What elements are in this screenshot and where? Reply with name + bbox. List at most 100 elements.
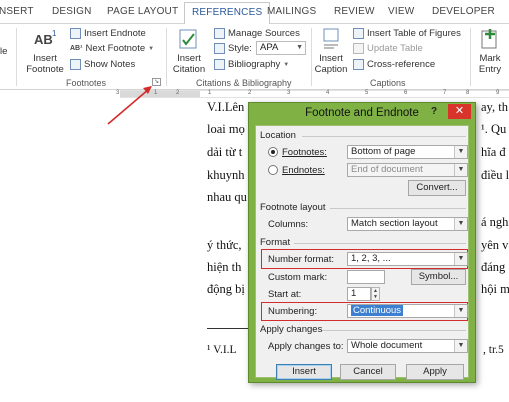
format-section-title: Format — [260, 237, 291, 248]
start-at-input[interactable]: 1 — [347, 287, 371, 301]
endnotes-radio[interactable] — [268, 165, 278, 175]
citations-group-label: Citations & Bibliography — [196, 78, 292, 88]
cross-reference-label: Cross-reference — [367, 59, 436, 70]
close-button[interactable]: ✕ — [448, 104, 471, 119]
help-icon[interactable]: ? — [431, 106, 441, 117]
footnotes-label: Footnotes: — [282, 147, 327, 158]
start-at-spinner-icon[interactable]: ▲ ▼ — [371, 287, 380, 301]
insert-caption-icon — [319, 27, 343, 51]
convert-button[interactable]: Convert... — [408, 180, 466, 196]
chevron-down-icon: ▼ — [148, 45, 155, 52]
ruler-mark: 2 — [248, 90, 252, 96]
ribbon-separator — [311, 28, 312, 86]
insert-footnote-label: Insert Footnote — [26, 53, 64, 75]
insert-endnote-button[interactable]: Insert Endnote — [70, 28, 146, 39]
insert-footnote-button[interactable]: AB 1 Insert Footnote — [22, 27, 68, 75]
chevron-down-icon: ▼ — [454, 253, 467, 265]
apply-button[interactable]: Apply — [406, 364, 464, 380]
mark-entry-label: Mark Entry — [478, 53, 502, 75]
mark-entry-button[interactable]: Mark Entry — [474, 27, 506, 75]
cross-reference-icon — [353, 59, 364, 70]
start-at-label: Start at: — [268, 289, 302, 300]
doc-line-right: ¹. Qu — [481, 122, 507, 136]
tab-developer[interactable]: DEVELOPER — [432, 6, 495, 17]
doc-line-right: á nghi — [481, 215, 509, 229]
tab-view[interactable]: VIEW — [388, 6, 414, 17]
symbol-button[interactable]: Symbol... — [411, 269, 466, 285]
ruler-mark: 8 — [466, 90, 470, 96]
doc-line-left: động bị — [207, 282, 245, 296]
next-footnote-label: Next Footnote — [85, 43, 146, 54]
insert-citation-button[interactable]: Insert Citation — [169, 27, 209, 75]
citation-style-dropdown[interactable]: APA ▼ — [256, 41, 306, 55]
insert-button[interactable]: Insert — [276, 364, 332, 380]
dialog-title: Footnote and Endnote — [305, 107, 419, 119]
doc-line-right: đáng — [481, 260, 506, 274]
section-divider — [322, 330, 466, 331]
footnote-endnote-dialog: Footnote and Endnote ? ✕ Location Footno… — [248, 102, 476, 383]
number-format-select[interactable]: 1, 2, 3, ... ▼ — [347, 252, 468, 266]
footnotes-dialog-launcher-icon[interactable]: ↘ — [152, 78, 161, 86]
endnotes-position-select[interactable]: End of document ▼ — [347, 163, 468, 177]
insert-citation-icon — [177, 27, 201, 51]
tab-insert[interactable]: NSERT — [0, 6, 34, 17]
update-table-icon — [353, 43, 364, 54]
custom-mark-label: Custom mark: — [268, 272, 328, 283]
chevron-down-icon: ▼ — [454, 164, 467, 176]
ruler-mark: 3 — [287, 90, 291, 96]
manage-sources-label: Manage Sources — [228, 28, 300, 39]
ruler-mark: 1 — [154, 90, 158, 96]
chevron-down-icon: ▼ — [283, 61, 290, 68]
cancel-button[interactable]: Cancel — [340, 364, 396, 380]
numbering-value: Continuous — [351, 305, 404, 316]
manage-sources-button[interactable]: Manage Sources — [214, 28, 300, 39]
ruler-mark: 1 — [208, 90, 212, 96]
dialog-body: Location Footnotes: Bottom of page ▼ End… — [255, 125, 469, 380]
update-table-button[interactable]: Update Table — [353, 43, 423, 54]
tab-review[interactable]: REVIEW — [334, 6, 375, 17]
next-footnote-icon: AB¹ — [70, 45, 83, 52]
captions-group-label: Captions — [370, 78, 406, 88]
doc-line-right: ay, th — [481, 100, 508, 114]
insert-caption-label: Insert Caption — [314, 53, 348, 75]
show-notes-icon — [70, 59, 81, 70]
cross-reference-button[interactable]: Cross-reference — [353, 59, 435, 70]
tab-references[interactable]: REFERENCES — [184, 2, 271, 25]
doc-line-left: hiện th — [207, 260, 242, 274]
custom-mark-input[interactable] — [347, 270, 385, 284]
bibliography-icon — [214, 59, 225, 70]
doc-line-right: hội m — [481, 282, 509, 296]
ribbon-tab-bar: NSERT DESIGN PAGE LAYOUT REFERENCES MAIL… — [0, 0, 509, 25]
ruler-mark: 6 — [404, 90, 408, 96]
footnotes-position-select[interactable]: Bottom of page ▼ — [347, 145, 468, 159]
show-notes-button[interactable]: Show Notes — [70, 59, 135, 70]
ruler-mark: 9 — [496, 90, 500, 96]
insert-table-of-figures-button[interactable]: Insert Table of Figures — [353, 28, 461, 39]
update-table-label: Update Table — [367, 43, 423, 54]
style-icon — [214, 43, 225, 54]
style-label-group: Style: — [214, 43, 252, 54]
insert-citation-label: Insert Citation — [172, 53, 206, 75]
doc-line-left: loai mọ — [207, 122, 245, 136]
section-divider — [294, 243, 466, 244]
tab-design[interactable]: DESIGN — [52, 6, 92, 17]
doc-line-left: nhau qu — [207, 190, 247, 204]
citation-style-value: APA — [260, 42, 279, 53]
columns-select[interactable]: Match section layout ▼ — [347, 217, 468, 231]
next-footnote-button[interactable]: AB¹ Next Footnote ▼ — [70, 43, 154, 54]
columns-label: Columns: — [268, 219, 309, 230]
doc-line-right: điều l — [481, 168, 509, 182]
footnotes-radio[interactable] — [268, 147, 278, 157]
bibliography-button[interactable]: Bibliography ▼ — [214, 59, 289, 70]
numbering-select[interactable]: Continuous ▼ — [347, 304, 468, 318]
doc-line-right: hĩa đ — [481, 145, 506, 159]
horizontal-ruler[interactable]: 3 1 2 1 2 3 4 5 6 7 8 9 — [116, 90, 509, 98]
insert-caption-button[interactable]: Insert Caption — [313, 27, 349, 75]
ribbon-separator — [470, 28, 471, 86]
ruler-mark: 3 — [116, 90, 120, 96]
tab-page-layout[interactable]: PAGE LAYOUT — [107, 6, 178, 17]
number-format-value: 1, 2, 3, ... — [351, 253, 391, 264]
tab-mailings[interactable]: MAILINGS — [267, 6, 316, 17]
apply-to-select[interactable]: Whole document ▼ — [347, 339, 468, 353]
apply-changes-section-title: Apply changes — [260, 324, 323, 335]
